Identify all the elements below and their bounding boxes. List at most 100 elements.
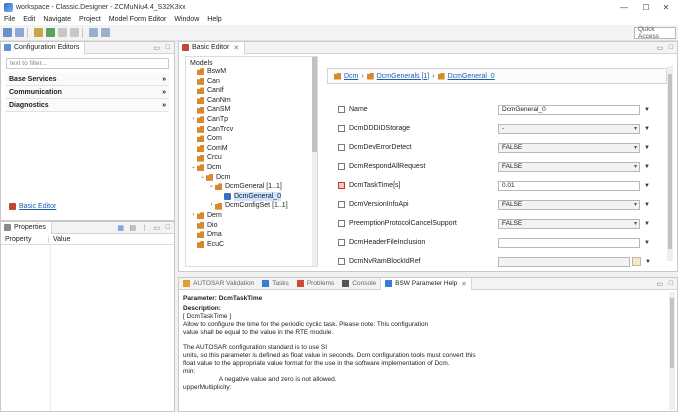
- row-menu-icon[interactable]: ▼: [644, 126, 650, 132]
- breadcrumb-item[interactable]: Dcm: [334, 72, 358, 80]
- redo-icon[interactable]: [70, 28, 79, 37]
- tree-item[interactable]: Com: [186, 134, 317, 144]
- row-menu-icon[interactable]: ▼: [644, 107, 650, 113]
- row-menu-icon[interactable]: ▼: [644, 145, 650, 151]
- basic-editor-link[interactable]: Basic Editor: [9, 203, 56, 210]
- expand-toggle-icon[interactable]: ⌄: [190, 163, 197, 173]
- expand-toggle-icon[interactable]: ›: [208, 201, 215, 211]
- parameter-select[interactable]: FALSE ▾: [498, 199, 640, 210]
- parameter-select[interactable]: FALSE ▾: [498, 142, 640, 153]
- quick-access-input[interactable]: Quick Access: [634, 26, 676, 40]
- minimize-view-icon[interactable]: ▭: [153, 224, 160, 232]
- dropdown-arrow-icon[interactable]: ▾: [634, 220, 637, 227]
- tab-console[interactable]: Console: [338, 278, 380, 290]
- save-all-icon[interactable]: [15, 28, 24, 37]
- category-communication[interactable]: Communication »: [6, 86, 169, 99]
- expand-toggle-icon[interactable]: ⌄: [208, 182, 215, 192]
- dropdown-arrow-icon[interactable]: ▾: [634, 163, 637, 170]
- expand-toggle-icon[interactable]: ›: [190, 115, 197, 125]
- menu-help[interactable]: Help: [203, 16, 225, 23]
- dropdown-arrow-icon[interactable]: ▾: [634, 201, 637, 208]
- filter-input[interactable]: text to filter...: [6, 58, 169, 69]
- close-tab-icon[interactable]: ✕: [233, 44, 239, 52]
- parameter-select[interactable]: FALSE ▾: [498, 161, 640, 172]
- maximize-button[interactable]: ☐: [636, 0, 656, 14]
- close-button[interactable]: ✕: [656, 0, 676, 14]
- parameter-select[interactable]: FALSE ▾: [498, 218, 640, 229]
- tree-item[interactable]: CanNm: [186, 96, 317, 106]
- minimize-view-icon[interactable]: ▭: [153, 44, 160, 52]
- tree-item[interactable]: CanSM: [186, 105, 317, 115]
- back-icon[interactable]: [89, 28, 98, 37]
- tree-item[interactable]: ⌄ Dcm: [186, 173, 317, 183]
- close-tab-icon[interactable]: ✕: [461, 280, 466, 288]
- row-menu-icon[interactable]: ▼: [644, 240, 650, 246]
- row-menu-icon[interactable]: ▼: [644, 221, 650, 227]
- tab-configuration-editors[interactable]: Configuration Editors: [1, 41, 86, 54]
- category-diagnostics[interactable]: Diagnostics »: [6, 99, 169, 112]
- maximize-view-icon[interactable]: □: [669, 280, 673, 287]
- tree-item[interactable]: ⌄ DcmGeneral [1..1]: [186, 182, 317, 192]
- tab-bsw-parameter-help[interactable]: BSW Parameter Help ✕: [380, 277, 472, 290]
- tree-item[interactable]: Crcu: [186, 153, 317, 163]
- tree-item[interactable]: › DcmConfigSet [1..1]: [186, 201, 317, 211]
- tree-item[interactable]: CanIf: [186, 86, 317, 96]
- form-scrollbar[interactable]: [667, 66, 673, 261]
- row-menu-icon[interactable]: ▼: [644, 202, 650, 208]
- breadcrumb-item[interactable]: DcmGeneral_0: [437, 72, 495, 80]
- menu-model-form-editor[interactable]: Model Form Editor: [105, 16, 171, 23]
- scrollbar-thumb[interactable]: [312, 57, 317, 152]
- column-header-value[interactable]: Value: [49, 236, 70, 243]
- tab-basic-editor[interactable]: Basic Editor ✕: [179, 41, 246, 54]
- parameter-input[interactable]: 0.01: [498, 180, 640, 191]
- browse-reference-icon[interactable]: [632, 257, 641, 266]
- help-scrollbar[interactable]: [669, 292, 675, 410]
- parameter-input[interactable]: [498, 237, 640, 248]
- row-menu-icon[interactable]: ▼: [645, 259, 651, 265]
- minimize-button[interactable]: —: [614, 0, 634, 14]
- minimize-view-icon[interactable]: ▭: [656, 44, 663, 52]
- maximize-view-icon[interactable]: □: [166, 44, 170, 51]
- expand-toggle-icon[interactable]: ⌄: [199, 173, 206, 183]
- tree-item[interactable]: Dma: [186, 230, 317, 240]
- tree-item[interactable]: ComM: [186, 144, 317, 154]
- dropdown-arrow-icon[interactable]: ▾: [634, 125, 637, 132]
- breadcrumb-item[interactable]: DcmGenerals [1]: [366, 72, 429, 80]
- tab-properties[interactable]: Properties: [1, 221, 52, 234]
- scrollbar-thumb[interactable]: [668, 74, 672, 249]
- menu-window[interactable]: Window: [170, 16, 203, 23]
- tab-problems[interactable]: Problems: [293, 278, 338, 290]
- tree-item[interactable]: Can: [186, 77, 317, 87]
- run-icon[interactable]: [46, 28, 55, 37]
- parameter-select[interactable]: - ▾: [498, 123, 640, 134]
- tab-autosar-validation[interactable]: AUTOSAR Validation: [179, 278, 258, 290]
- scrollbar-thumb[interactable]: [670, 298, 674, 368]
- open-icon[interactable]: [34, 28, 43, 37]
- view-menu-icon[interactable]: ⋮: [141, 224, 148, 232]
- menu-file[interactable]: File: [0, 16, 19, 23]
- menu-edit[interactable]: Edit: [19, 16, 39, 23]
- tree-item[interactable]: Dio: [186, 221, 317, 231]
- minimize-view-icon[interactable]: ▭: [656, 280, 663, 288]
- tab-tasks[interactable]: Tasks: [258, 278, 293, 290]
- tree-item[interactable]: EcuC: [186, 240, 317, 250]
- tree-item[interactable]: › Dem: [186, 211, 317, 221]
- tree-item[interactable]: BswM: [186, 67, 317, 77]
- row-menu-icon[interactable]: ▼: [644, 164, 650, 170]
- tree-item[interactable]: CanTrcv: [186, 125, 317, 135]
- forward-icon[interactable]: [101, 28, 110, 37]
- save-icon[interactable]: [3, 28, 12, 37]
- maximize-view-icon[interactable]: □: [669, 44, 673, 51]
- tree-scrollbar[interactable]: [312, 57, 317, 266]
- advanced-icon[interactable]: ▤: [129, 224, 136, 232]
- undo-icon[interactable]: [58, 28, 67, 37]
- expand-toggle-icon[interactable]: ›: [190, 211, 197, 221]
- tree-item[interactable]: DcmGeneral_0: [186, 191, 317, 202]
- column-header-property[interactable]: Property: [1, 235, 49, 243]
- tree-item[interactable]: ⌄ Dcm: [186, 163, 317, 173]
- menu-navigate[interactable]: Navigate: [39, 16, 75, 23]
- maximize-view-icon[interactable]: □: [166, 224, 170, 231]
- menu-project[interactable]: Project: [75, 16, 105, 23]
- categories-icon[interactable]: ▦: [117, 224, 124, 232]
- parameter-input[interactable]: [498, 256, 630, 267]
